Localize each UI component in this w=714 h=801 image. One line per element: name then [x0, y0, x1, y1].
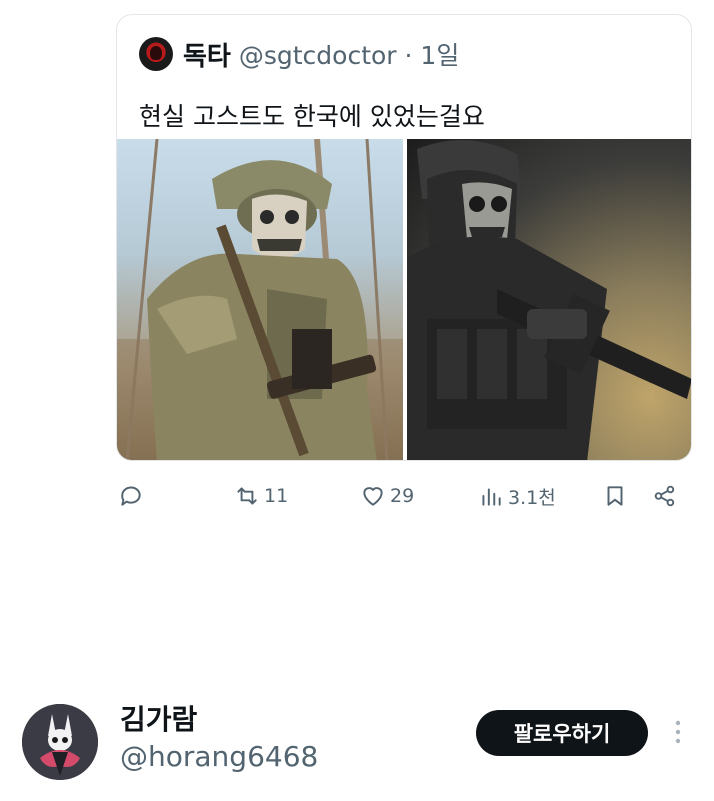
quote-tweet-card[interactable]: 독타 @sgtcdoctor · 1일 현실 고스트도 한국에 있었는걸요 [116, 14, 692, 461]
author-name[interactable]: 독타 [183, 36, 231, 73]
author-handle: @sgtcdoctor · 1일 [238, 41, 460, 70]
reply-button[interactable] [118, 478, 148, 514]
ghost-game-image[interactable] [407, 139, 691, 460]
ghost-game-art [407, 140, 691, 460]
retweet-count: 11 [264, 485, 289, 507]
soldier-photo[interactable] [117, 139, 403, 460]
quote-header: 독타 @sgtcdoctor · 1일 [139, 35, 459, 73]
media-grid [117, 139, 691, 460]
soldier-photo-art [117, 139, 403, 460]
like-count: 29 [390, 485, 415, 507]
follow-suggestion: 김가람 @horang6468 팔로우하기 [0, 690, 714, 790]
more-icon[interactable] [668, 718, 688, 746]
profile-handle: @horang6468 [120, 740, 319, 773]
like-icon [363, 487, 383, 506]
share-button[interactable] [652, 478, 678, 514]
reply-icon [121, 486, 141, 506]
views-count: 3.1천 [508, 486, 556, 509]
profile-avatar[interactable] [22, 704, 98, 780]
profile-avatar-art [22, 704, 98, 780]
retweet-button[interactable]: 11 [234, 478, 288, 514]
bookmark-button[interactable] [602, 478, 628, 514]
bookmark-icon [607, 486, 623, 506]
profile-name[interactable]: 김가람 [120, 698, 197, 738]
views-button[interactable]: 3.1천 [478, 478, 556, 514]
tweet-actions: 11 29 3.1천 [116, 478, 692, 514]
follow-button[interactable]: 팔로우하기 [476, 710, 648, 756]
views-icon [482, 488, 501, 506]
author-avatar[interactable] [139, 37, 173, 71]
share-icon [654, 485, 675, 507]
retweet-icon [237, 487, 257, 505]
quote-text: 현실 고스트도 한국에 있었는걸요 [139, 102, 485, 131]
like-button[interactable]: 29 [360, 478, 414, 514]
